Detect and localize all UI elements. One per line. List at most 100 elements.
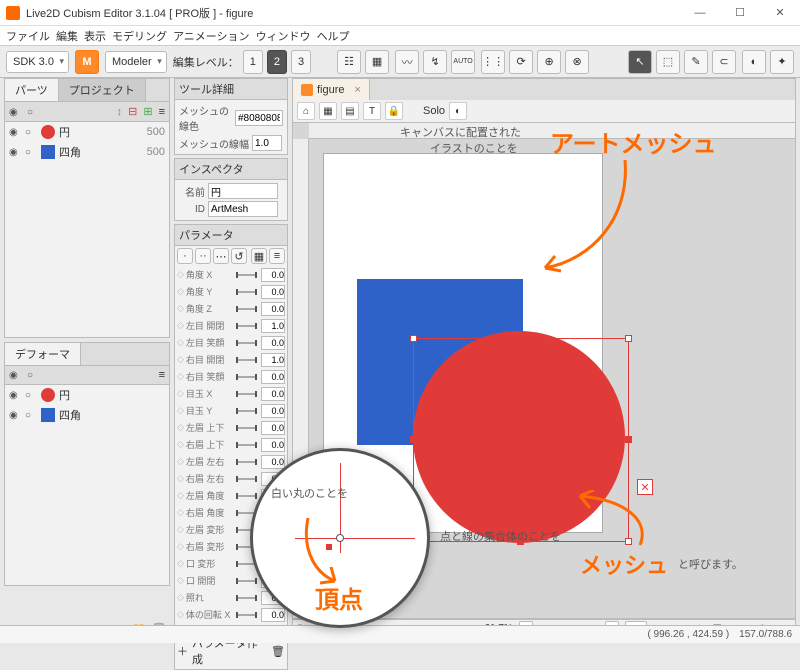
delete-marker-icon[interactable]: ✕ xyxy=(637,479,653,495)
tool-wand-icon[interactable]: ✦ xyxy=(770,50,794,74)
modeler-dropdown[interactable]: Modeler xyxy=(105,51,167,73)
lock-icon[interactable] xyxy=(25,126,37,138)
param-value[interactable] xyxy=(261,438,285,452)
tab-deformer[interactable]: デフォーマ xyxy=(5,343,81,365)
param-key2-icon[interactable]: ·· xyxy=(195,248,211,264)
maximize-button[interactable]: ☐ xyxy=(720,0,760,26)
cv-snap-icon[interactable]: ▤ xyxy=(341,102,359,120)
mesh-color-input[interactable] xyxy=(235,110,283,126)
tool-brush-icon[interactable]: ✎ xyxy=(684,50,708,74)
expand-icon[interactable]: ⊞ xyxy=(143,105,152,118)
insp-name-input[interactable] xyxy=(208,183,278,199)
close-button[interactable]: ✕ xyxy=(760,0,800,26)
tool-select-icon[interactable]: ⬚ xyxy=(656,50,680,74)
lock-icon[interactable] xyxy=(25,409,37,421)
param-value[interactable] xyxy=(261,421,285,435)
menu-window[interactable]: ウィンドウ xyxy=(256,28,311,44)
edit-level-1[interactable]: 1 xyxy=(243,50,263,74)
parts-row[interactable]: 円 500 xyxy=(5,122,169,142)
param-slider[interactable] xyxy=(236,614,257,616)
param-row[interactable]: ◇角度 Z xyxy=(177,300,285,317)
param-cfg1-icon[interactable]: ▦ xyxy=(251,248,267,264)
deformer-row[interactable]: 円 xyxy=(5,385,169,405)
handle-tl[interactable] xyxy=(410,335,417,342)
canvas-tab[interactable]: figure × xyxy=(293,79,370,100)
param-row[interactable]: ◇右目 開閉 xyxy=(177,351,285,368)
param-slider[interactable] xyxy=(236,325,257,327)
param-slider[interactable] xyxy=(236,410,257,412)
param-slider[interactable] xyxy=(236,597,257,599)
minimize-button[interactable]: — xyxy=(680,0,720,26)
cv-grid-icon[interactable]: ▦ xyxy=(319,102,337,120)
param-slider[interactable] xyxy=(236,495,257,497)
param-slider[interactable] xyxy=(236,580,257,582)
param-value[interactable] xyxy=(261,302,285,316)
tool-path-icon[interactable]: ↯ xyxy=(423,50,447,74)
close-tab-icon[interactable]: × xyxy=(355,84,361,96)
param-value[interactable] xyxy=(261,387,285,401)
menu-edit[interactable]: 編集 xyxy=(56,28,78,44)
tab-project[interactable]: プロジェクト xyxy=(59,79,146,101)
handle-ml[interactable] xyxy=(410,436,417,443)
more-icon[interactable]: ≡ xyxy=(159,369,165,381)
param-key3-icon[interactable]: ⋯ xyxy=(213,248,229,264)
solo-label[interactable]: Solo xyxy=(423,105,445,117)
param-value[interactable] xyxy=(261,353,285,367)
tool-eye-icon[interactable]: ◐ xyxy=(742,50,766,74)
param-slider[interactable] xyxy=(236,393,257,395)
solo-toggle-icon[interactable]: ◐ xyxy=(449,102,467,120)
param-slider[interactable] xyxy=(236,308,257,310)
param-slider[interactable] xyxy=(236,444,257,446)
tab-parts[interactable]: パーツ xyxy=(5,79,59,101)
vis-icon[interactable] xyxy=(9,146,21,158)
param-value[interactable] xyxy=(261,404,285,418)
vis-icon[interactable] xyxy=(9,126,21,138)
param-reset-icon[interactable]: ↺ xyxy=(231,248,247,264)
param-slider[interactable] xyxy=(236,478,257,480)
handle-tm[interactable] xyxy=(517,335,524,342)
handle-br[interactable] xyxy=(625,538,632,545)
parts-row[interactable]: 四角 500 xyxy=(5,142,169,162)
collapse-icon[interactable]: ⊟ xyxy=(128,105,137,118)
tool-arrow-icon[interactable]: ↖ xyxy=(628,50,652,74)
modeler-flag-button[interactable]: M xyxy=(75,50,99,74)
lock-icon[interactable] xyxy=(25,389,37,401)
param-slider[interactable] xyxy=(236,376,257,378)
param-value[interactable] xyxy=(261,336,285,350)
param-slider[interactable] xyxy=(236,342,257,344)
menu-modeling[interactable]: モデリング xyxy=(112,28,167,44)
param-slider[interactable] xyxy=(236,291,257,293)
menu-file[interactable]: ファイル xyxy=(6,28,50,44)
param-menu-icon[interactable]: ≡ xyxy=(269,248,285,264)
menu-help[interactable]: ヘルプ xyxy=(317,28,350,44)
menu-anim[interactable]: アニメーション xyxy=(173,28,250,44)
tool-lasso-icon[interactable]: 〰 xyxy=(395,50,419,74)
tool-glue-icon[interactable]: ⊂ xyxy=(712,50,736,74)
param-value[interactable] xyxy=(261,370,285,384)
param-slider[interactable] xyxy=(236,427,257,429)
param-row[interactable]: ◇目玉 Y xyxy=(177,402,285,419)
add-param-icon[interactable]: ＋ xyxy=(177,643,188,659)
cv-t-icon[interactable]: T xyxy=(363,102,381,120)
menu-view[interactable]: 表示 xyxy=(84,28,106,44)
tool-grid-icon[interactable]: ▦ xyxy=(365,50,389,74)
tool-deform-2-icon[interactable]: ⟳ xyxy=(509,50,533,74)
tool-deform-4-icon[interactable]: ⊗ xyxy=(565,50,589,74)
param-value[interactable] xyxy=(261,319,285,333)
param-row[interactable]: ◇左目 開閉 xyxy=(177,317,285,334)
param-slider[interactable] xyxy=(236,274,257,276)
param-row[interactable]: ◇角度 Y xyxy=(177,283,285,300)
handle-tr[interactable] xyxy=(625,335,632,342)
param-row[interactable]: ◇右眉 上下 xyxy=(177,436,285,453)
lock-icon[interactable] xyxy=(25,146,37,158)
tool-deform-1-icon[interactable]: ⋮⋮ xyxy=(481,50,505,74)
param-row[interactable]: ◇左眉 上下 xyxy=(177,419,285,436)
cv-lock-icon[interactable]: 🔒 xyxy=(385,102,403,120)
vis-icon[interactable] xyxy=(9,409,21,421)
tool-auto-icon[interactable]: AUTO xyxy=(451,50,475,74)
param-row[interactable]: ◇右目 笑顔 xyxy=(177,368,285,385)
vis-all-icon[interactable] xyxy=(9,106,21,118)
filter-icon[interactable]: ↕ xyxy=(117,106,123,118)
vis-all-icon[interactable] xyxy=(9,369,21,381)
param-row[interactable]: ◇角度 X xyxy=(177,266,285,283)
